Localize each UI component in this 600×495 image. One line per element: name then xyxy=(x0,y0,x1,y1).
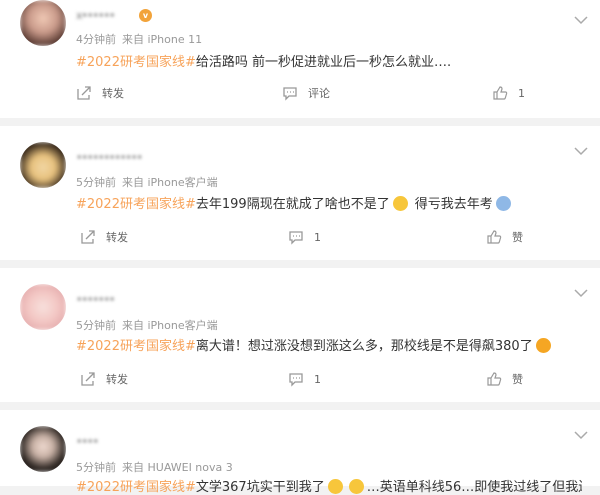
share-arrow-icon xyxy=(81,230,95,244)
repost-button[interactable]: 转发 xyxy=(80,227,128,247)
post-time: 5分钟前 xyxy=(76,319,116,332)
thumbs-up-icon xyxy=(493,86,508,100)
feed-post: x•••••• v 4分钟前 来自 iPhone 11 #2022研考国家线#给活… xyxy=(0,0,600,118)
repost-button[interactable]: 转发 xyxy=(76,83,124,103)
comment-label: 1 xyxy=(314,372,321,386)
post-meta: 5分钟前 来自 iPhone客户端 xyxy=(76,317,224,333)
hashtag-link[interactable]: #2022研考国家线# xyxy=(76,480,196,495)
username[interactable]: •••••••••••• xyxy=(76,151,143,164)
sad-emoji-icon xyxy=(327,479,343,494)
share-arrow-icon xyxy=(77,86,91,100)
feed-post: ••••••• 5分钟前 来自 iPhone客户端 #2022研考国家线#离大谱！… xyxy=(0,268,600,402)
shocked-emoji-icon xyxy=(495,196,511,211)
post-time: 5分钟前 xyxy=(76,461,116,474)
post-meta: 5分钟前 来自 HUAWEI nova 3 xyxy=(76,459,239,475)
chevron-down-icon[interactable] xyxy=(574,425,588,440)
like-label: 1 xyxy=(518,86,525,100)
comment-feed: x•••••• v 4分钟前 来自 iPhone 11 #2022研考国家线#给活… xyxy=(0,0,600,495)
chevron-down-icon[interactable] xyxy=(574,141,588,156)
comment-button[interactable]: 1 xyxy=(288,369,321,389)
sad-emoji-icon xyxy=(348,479,364,494)
feed-post: •••• 5分钟前 来自 HUAWEI nova 3 #2022研考国家线#文学3… xyxy=(0,410,600,495)
post-text: 离大谱！想过涨没想到涨这么多，那校线是不是得飙380了 xyxy=(195,339,533,354)
avatar[interactable] xyxy=(20,142,66,188)
post-source: 来自 HUAWEI nova 3 xyxy=(122,461,233,474)
post-text-continued: …英语单科线56…即使我过线了但我还 xyxy=(366,480,582,495)
hashtag-link[interactable]: #2022研考国家线# xyxy=(76,339,196,354)
like-button[interactable]: 1 xyxy=(492,83,525,103)
repost-label: 转发 xyxy=(102,87,124,100)
post-time: 5分钟前 xyxy=(76,176,116,189)
repost-button[interactable]: 转发 xyxy=(80,369,128,389)
like-button[interactable]: 赞 xyxy=(486,369,523,389)
post-source: 来自 iPhone客户端 xyxy=(122,176,218,189)
username[interactable]: x•••••• xyxy=(76,9,115,22)
comment-label: 评论 xyxy=(308,87,330,100)
repost-label: 转发 xyxy=(106,231,128,244)
comment-button[interactable]: 1 xyxy=(288,227,321,247)
crying-emoji-icon xyxy=(535,338,551,353)
post-meta: 5分钟前 来自 iPhone客户端 xyxy=(76,174,224,190)
hashtag-link[interactable]: #2022研考国家线# xyxy=(76,55,196,70)
hashtag-link[interactable]: #2022研考国家线# xyxy=(76,197,196,212)
chevron-down-icon[interactable] xyxy=(574,283,588,298)
post-meta: 4分钟前 来自 iPhone 11 xyxy=(76,31,208,47)
feed-post: •••••••••••• 5分钟前 来自 iPhone客户端 #2022研考国家线… xyxy=(0,126,600,260)
comment-bubble-icon xyxy=(289,231,303,245)
avatar[interactable] xyxy=(20,426,66,472)
post-body: #2022研考国家线#去年199隔现在就成了啥也不是了 得亏我去年考 xyxy=(76,193,582,212)
like-label: 赞 xyxy=(512,373,523,386)
username[interactable]: ••••••• xyxy=(76,293,115,306)
post-body: #2022研考国家线#给活路吗 前一秒促进就业后一秒怎么就业…. xyxy=(76,51,582,70)
post-time: 4分钟前 xyxy=(76,33,116,46)
like-label: 赞 xyxy=(512,231,523,244)
repost-label: 转发 xyxy=(106,373,128,386)
post-text: 去年199隔现在就成了啥也不是了 xyxy=(195,197,390,212)
action-bar: 转发 1 赞 xyxy=(76,369,600,389)
action-bar: 转发 1 赞 xyxy=(76,227,600,247)
comment-button[interactable]: 评论 xyxy=(282,83,330,103)
username[interactable]: •••• xyxy=(76,435,99,448)
thumbs-up-icon xyxy=(487,372,502,386)
post-text-continued: 得亏我去年考 xyxy=(414,197,493,212)
verified-badge-icon: v xyxy=(139,9,152,22)
post-body: #2022研考国家线#离大谱！想过涨没想到涨这么多，那校线是不是得飙380了 xyxy=(76,335,582,354)
avatar[interactable] xyxy=(20,284,66,330)
grin-sweat-emoji-icon xyxy=(392,196,408,211)
post-source: 来自 iPhone客户端 xyxy=(122,319,218,332)
avatar[interactable] xyxy=(20,0,66,46)
post-text: 给活路吗 前一秒促进就业后一秒怎么就业…. xyxy=(195,55,452,70)
share-arrow-icon xyxy=(81,372,95,386)
chevron-down-icon[interactable] xyxy=(574,10,588,25)
post-source: 来自 iPhone 11 xyxy=(122,33,203,46)
comment-label: 1 xyxy=(314,230,321,244)
post-text: 文学367坑实干到我了 xyxy=(195,480,325,495)
action-bar: 转发 评论 1 xyxy=(76,83,600,103)
thumbs-up-icon xyxy=(487,230,502,244)
like-button[interactable]: 赞 xyxy=(486,227,523,247)
comment-bubble-icon xyxy=(289,373,303,387)
comment-bubble-icon xyxy=(283,87,297,101)
